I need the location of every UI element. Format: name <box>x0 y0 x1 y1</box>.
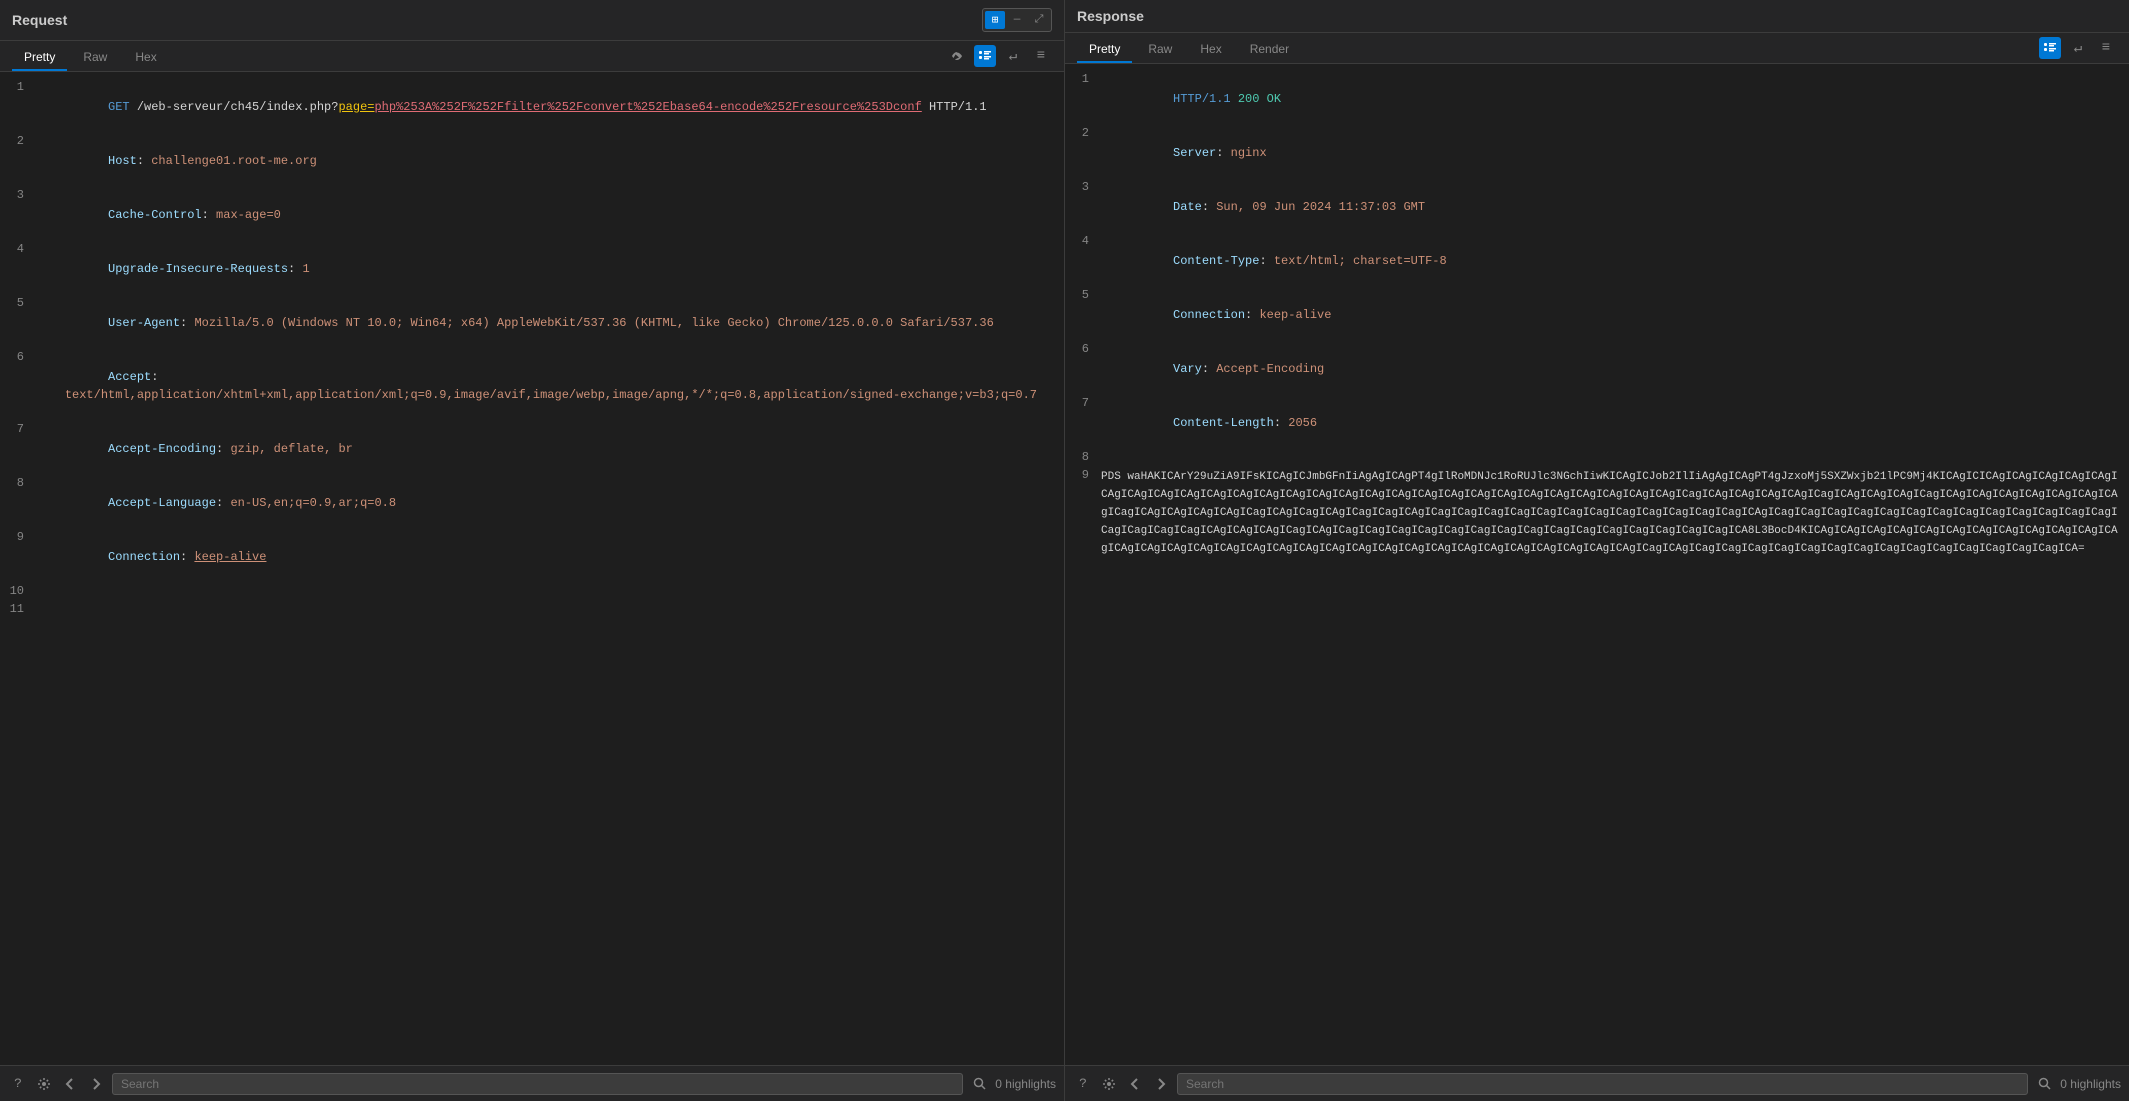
help-icon-request[interactable]: ? <box>8 1074 28 1094</box>
menu-icon-request[interactable]: ≡ <box>1030 45 1052 67</box>
line: 2 Server: nginx <box>1065 126 2129 180</box>
back-icon-response[interactable] <box>1125 1074 1145 1094</box>
line: 4 Content-Type: text/html; charset=UTF-8 <box>1065 234 2129 288</box>
line: 6 Accept: text/html,application/xhtml+xm… <box>0 350 1064 422</box>
request-tab-icons: ↵ ≡ <box>946 45 1052 71</box>
forward-icon-response[interactable] <box>1151 1074 1171 1094</box>
response-tab-icons: ↵ ≡ <box>2039 37 2117 63</box>
request-title: Request <box>12 12 67 28</box>
line: 3 Cache-Control: max-age=0 <box>0 188 1064 242</box>
help-icon-response[interactable]: ? <box>1073 1074 1093 1094</box>
line: 2 Host: challenge01.root-me.org <box>0 134 1064 188</box>
response-tabs: Pretty Raw Hex Render ↵ ≡ <box>1065 33 2129 64</box>
response-title: Response <box>1077 8 1144 24</box>
line: 11 <box>0 602 1064 620</box>
view-toggle-request[interactable]: ⊞ — ⤢ <box>982 8 1052 32</box>
tab-response-raw[interactable]: Raw <box>1136 37 1184 63</box>
request-bottom-bar: ? 0 highlights <box>0 1066 1065 1101</box>
tab-request-hex[interactable]: Hex <box>123 45 168 71</box>
pretty-icon-response[interactable] <box>2039 37 2061 59</box>
menu-icon-response[interactable]: ≡ <box>2095 37 2117 59</box>
request-header: Request ⊞ — ⤢ <box>0 0 1064 41</box>
request-content[interactable]: 1 GET /web-serveur/ch45/index.php?page=p… <box>0 72 1064 1065</box>
request-tabs: Pretty Raw Hex <box>0 41 1064 72</box>
response-bottom-bar: ? 0 highlights <box>1065 1066 2129 1101</box>
bottom-bar: ? 0 highlights ? <box>0 1065 2129 1101</box>
line: 7 Accept-Encoding: gzip, deflate, br <box>0 422 1064 476</box>
line: 1 GET /web-serveur/ch45/index.php?page=p… <box>0 80 1064 134</box>
line: 3 Date: Sun, 09 Jun 2024 11:37:03 GMT <box>1065 180 2129 234</box>
settings-icon-request[interactable] <box>34 1074 54 1094</box>
request-panel: Request ⊞ — ⤢ Pretty Raw Hex <box>0 0 1065 1065</box>
request-highlights: 0 highlights <box>995 1077 1056 1091</box>
line: 8 <box>1065 450 2129 468</box>
search-input-response[interactable] <box>1177 1073 2028 1095</box>
response-header: Response <box>1065 0 2129 33</box>
tab-response-pretty[interactable]: Pretty <box>1077 37 1132 63</box>
wrap-icon-response[interactable]: ↵ <box>2067 37 2089 59</box>
tab-request-raw[interactable]: Raw <box>71 45 119 71</box>
tab-response-hex[interactable]: Hex <box>1188 37 1233 63</box>
back-icon-request[interactable] <box>60 1074 80 1094</box>
tab-response-render[interactable]: Render <box>1238 37 1301 63</box>
max-view-btn[interactable]: ⤢ <box>1029 11 1049 29</box>
pretty-icon[interactable] <box>974 45 996 67</box>
search-icon-response[interactable] <box>2034 1074 2054 1094</box>
settings-icon-response[interactable] <box>1099 1074 1119 1094</box>
tab-request-pretty[interactable]: Pretty <box>12 45 67 71</box>
split-view-btn[interactable]: — <box>1007 11 1027 29</box>
response-panel: Response Pretty Raw Hex Render <box>1065 0 2129 1065</box>
line: 7 Content-Length: 2056 <box>1065 396 2129 450</box>
line: 4 Upgrade-Insecure-Requests: 1 <box>0 242 1064 296</box>
line: 9 PDS waHAKICArY29uZiA9IFsKICAgICJmbGFnI… <box>1065 468 2129 558</box>
line: 9 Connection: keep-alive <box>0 530 1064 584</box>
line: 1 HTTP/1.1 200 OK <box>1065 72 2129 126</box>
eye-off-icon[interactable] <box>946 45 968 67</box>
search-icon-request[interactable] <box>969 1074 989 1094</box>
line: 8 Accept-Language: en-US,en;q=0.9,ar;q=0… <box>0 476 1064 530</box>
line: 5 User-Agent: Mozilla/5.0 (Windows NT 10… <box>0 296 1064 350</box>
grid-view-btn[interactable]: ⊞ <box>985 11 1005 29</box>
wrap-icon[interactable]: ↵ <box>1002 45 1024 67</box>
forward-icon-request[interactable] <box>86 1074 106 1094</box>
line: 10 <box>0 584 1064 602</box>
response-highlights: 0 highlights <box>2060 1077 2121 1091</box>
response-content[interactable]: 1 HTTP/1.1 200 OK 2 Server: nginx 3 Date… <box>1065 64 2129 1065</box>
line: 6 Vary: Accept-Encoding <box>1065 342 2129 396</box>
line: 5 Connection: keep-alive <box>1065 288 2129 342</box>
search-input-request[interactable] <box>112 1073 963 1095</box>
